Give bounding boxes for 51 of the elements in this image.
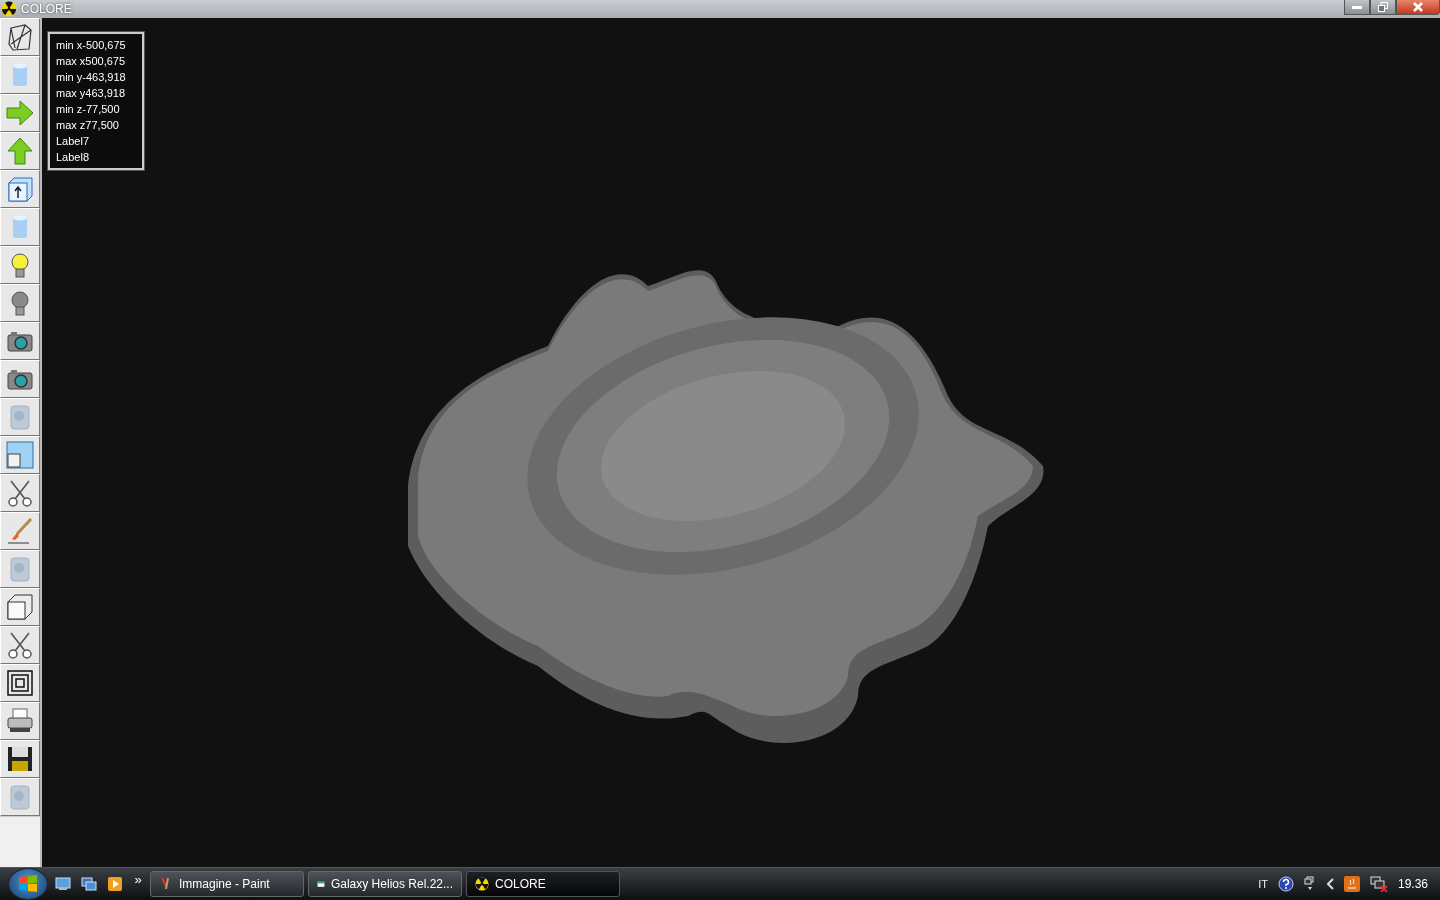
window-icon	[5, 440, 35, 470]
brush-icon	[5, 516, 35, 546]
info-label: min z-77,500	[56, 102, 121, 117]
tool-button[interactable]	[0, 18, 40, 56]
tool-button[interactable]	[0, 588, 40, 626]
info-label: min y-463,918	[56, 70, 127, 85]
tool-button[interactable]	[0, 626, 40, 664]
tool-button[interactable]	[0, 360, 40, 398]
tool-button[interactable]	[0, 664, 40, 702]
window-title: COLORE	[21, 2, 72, 16]
language-indicator[interactable]: IT	[1258, 878, 1268, 890]
tool-button[interactable]	[0, 474, 40, 512]
taskbar-button[interactable]: Immagine - Paint	[150, 871, 304, 897]
switch-windows-icon	[81, 877, 97, 891]
restore-icon	[1378, 2, 1388, 12]
taskbar-button[interactable]: COLORE	[466, 871, 620, 897]
radiation-icon	[475, 877, 489, 891]
windows-logo-icon	[17, 873, 39, 895]
close-icon	[1413, 2, 1423, 12]
info-label: max x500,675	[56, 54, 127, 69]
info-label: Label7	[56, 134, 91, 149]
info-label: max z77,500	[56, 118, 120, 133]
minimize-button[interactable]	[1344, 0, 1370, 15]
arrow-right-icon	[5, 98, 35, 128]
tool-button[interactable]	[0, 740, 40, 778]
network-disconnected-icon[interactable]	[1369, 876, 1388, 892]
minimize-icon	[1352, 5, 1362, 9]
concentric-squares-icon	[5, 668, 35, 698]
arrow-up-icon	[5, 136, 35, 166]
more-button[interactable]: »	[130, 871, 146, 887]
help-icon[interactable]	[1277, 876, 1294, 892]
wireframe-icon	[5, 22, 35, 52]
taskbar-button[interactable]: Galaxy Helios Rel.22...	[308, 871, 462, 897]
close-button[interactable]	[1396, 0, 1440, 15]
radiation-icon	[1, 1, 17, 17]
scissors-icon	[5, 478, 35, 508]
restore-button[interactable]	[1370, 0, 1396, 15]
scissors-icon	[5, 630, 35, 660]
media-player-icon	[107, 876, 123, 892]
cube-icon	[5, 592, 35, 622]
desktop-icon	[55, 877, 71, 891]
start-button[interactable]	[8, 868, 48, 900]
info-label: min x-500,675	[56, 38, 127, 53]
info-label: max y463,918	[56, 86, 127, 101]
info-label: Label8	[56, 150, 91, 165]
box-arrow-icon	[5, 174, 35, 204]
clock[interactable]: 19.36	[1397, 877, 1428, 891]
tool-button[interactable]	[0, 322, 40, 360]
chevron-left-icon[interactable]	[1325, 878, 1334, 890]
tool-button[interactable]	[0, 702, 40, 740]
window-switch-icon[interactable]	[1303, 876, 1316, 892]
